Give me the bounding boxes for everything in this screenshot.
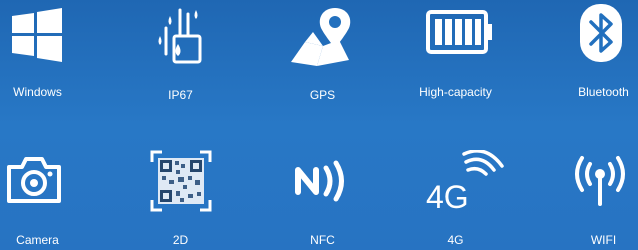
feature-label-gps: GPS [309,88,336,102]
4g-signal-icon: 4G [424,150,508,212]
feature-label-wifi: WIFI [590,233,617,247]
feature-label-camera: Camera [16,233,59,247]
qr-code-icon [150,150,212,212]
feature-label-high-capacity: High-capacity [419,85,492,99]
feature-label-nfc: NFC [310,233,335,247]
feature-label-2d: 2D [172,233,189,247]
windows-icon [10,8,64,62]
feature-label-windows: Windows [13,85,62,99]
4g-icon-text: 4G [426,179,469,212]
battery-icon [426,10,494,54]
feature-board: Windows IP67 GPS High-capacity Bluetooth… [0,0,638,250]
feature-label-ip67: IP67 [168,88,193,102]
feature-label-4g: 4G [447,233,464,247]
gps-map-pin-icon [287,4,359,70]
nfc-icon [292,158,354,204]
camera-icon [5,155,63,205]
wifi-icon [568,152,632,210]
ip67-waterproof-icon [150,6,210,66]
bluetooth-icon [580,4,622,62]
feature-label-bluetooth: Bluetooth [578,85,629,99]
